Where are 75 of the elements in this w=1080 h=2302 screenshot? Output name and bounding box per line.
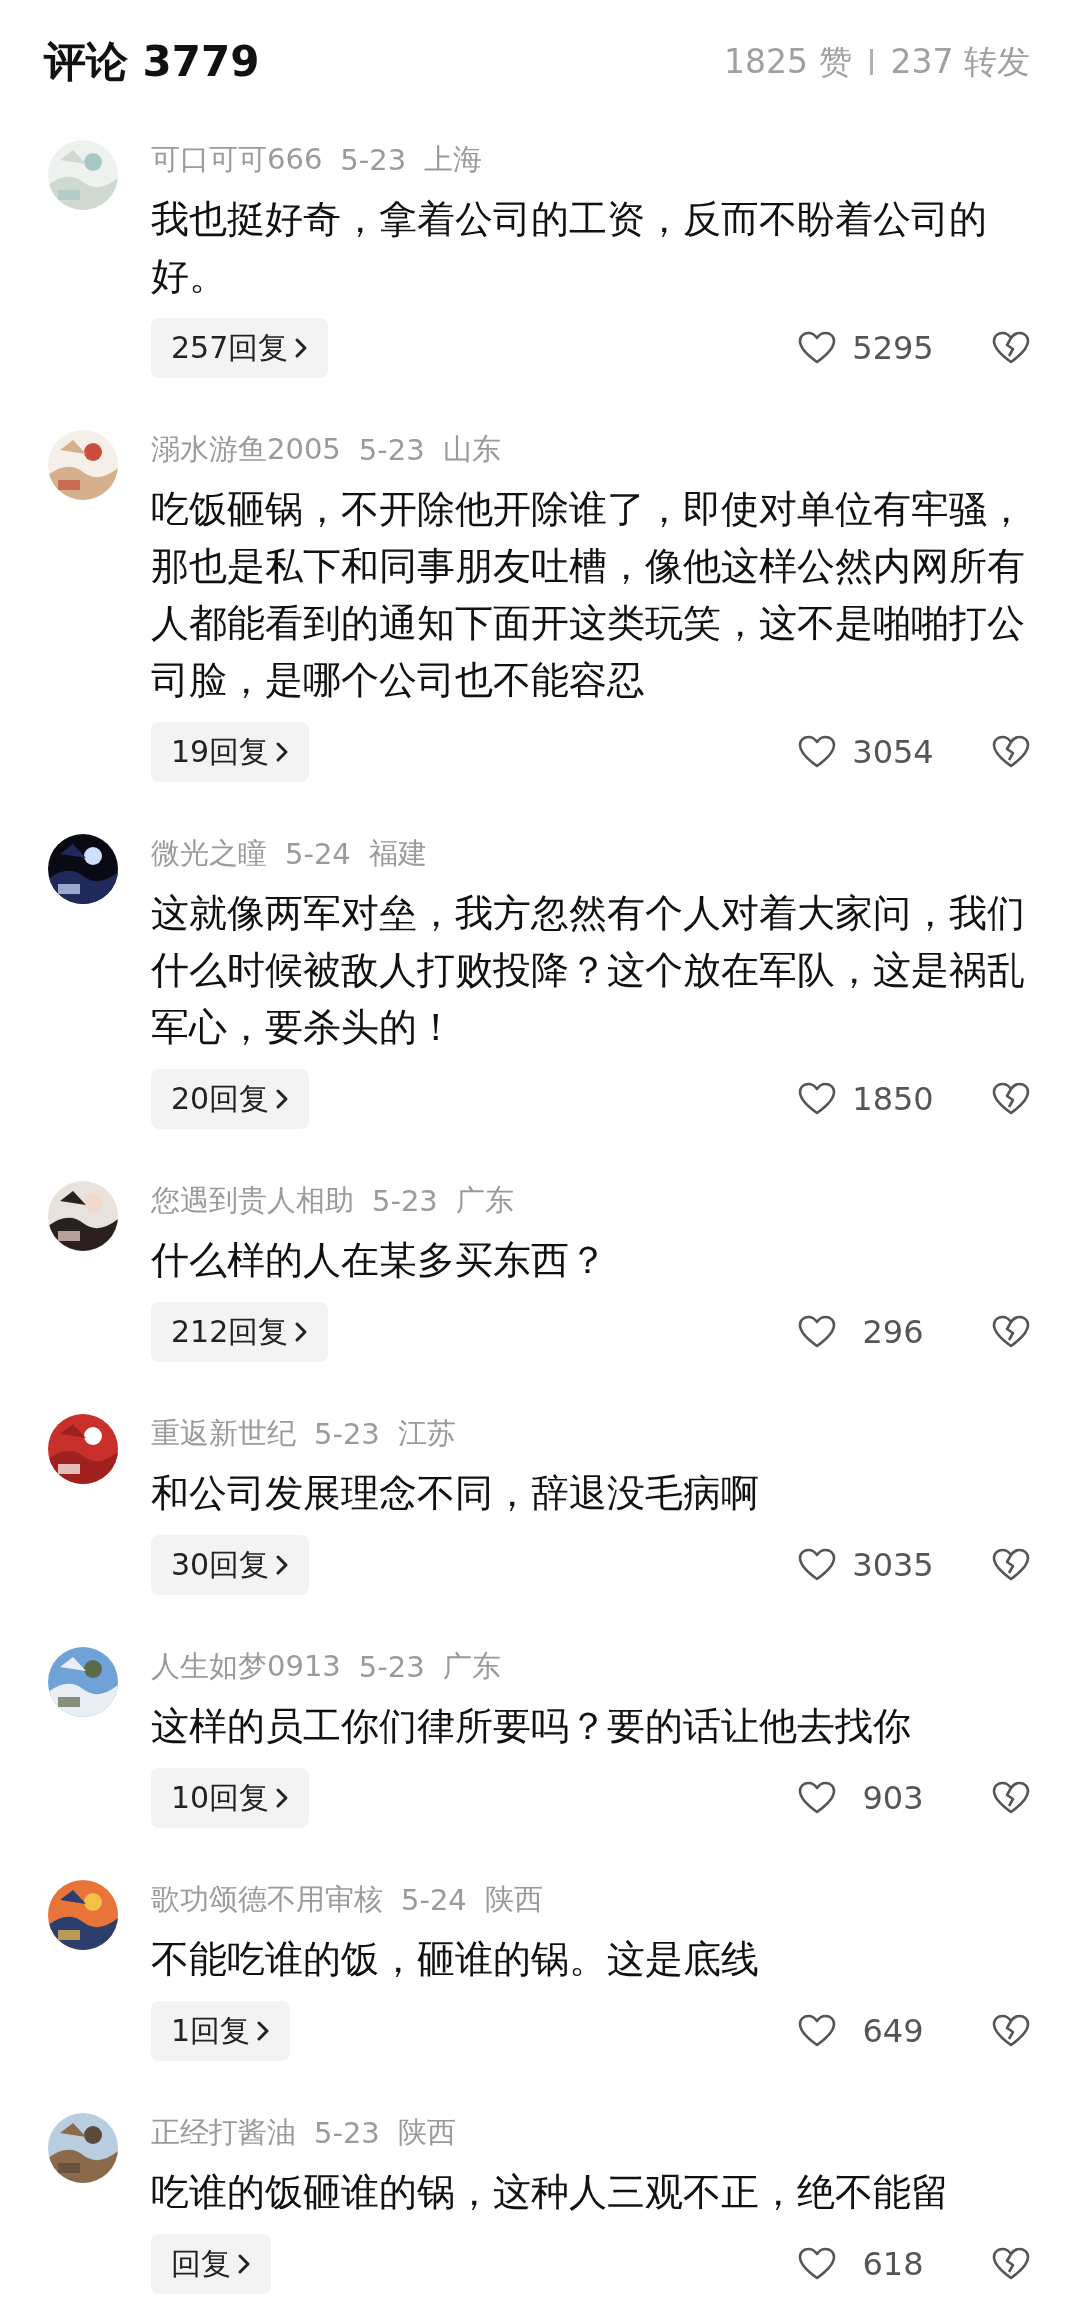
share-count: 237 转发 — [890, 40, 1030, 83]
broken-heart-icon — [992, 2247, 1030, 2281]
broken-heart-icon — [992, 1082, 1030, 1116]
comment-location: 陕西 — [484, 1881, 543, 1918]
comment-date: 5-23 — [358, 433, 425, 467]
like-count: 1825 赞 — [724, 40, 852, 83]
chevron-icon — [275, 1787, 290, 1809]
like-button[interactable]: 903 — [798, 1779, 938, 1817]
comments-title: 评论 3779 — [44, 36, 260, 88]
comment-text: 不能吃谁的饭，砸谁的锅。这是底线 — [151, 1936, 760, 1983]
like-button[interactable]: 649 — [798, 2012, 938, 2050]
replies-button[interactable]: 20回复 — [151, 1069, 310, 1129]
comment-text: 吃谁的饭砸谁的锅，这种人三观不正，绝不能留 — [151, 2169, 950, 2216]
heart-icon — [798, 1082, 836, 1116]
comment-text: 什么样的人在某多买东西？ — [151, 1237, 608, 1284]
broken-heart-icon — [992, 1781, 1030, 1815]
replies-button[interactable]: 1回复 — [151, 2001, 291, 2061]
dislike-button[interactable] — [992, 735, 1030, 769]
like-button[interactable]: 3054 — [798, 733, 938, 771]
broken-heart-icon — [992, 331, 1030, 365]
comment-location: 福建 — [368, 835, 427, 872]
broken-heart-icon — [992, 1548, 1030, 1582]
replies-button[interactable]: 回复 — [151, 2234, 271, 2294]
dislike-button[interactable] — [992, 1548, 1030, 1582]
comment-date: 5-23 — [314, 1417, 380, 1451]
comment-location: 陕西 — [397, 2114, 456, 2151]
comment-date: 5-23 — [340, 143, 407, 177]
heart-icon — [798, 2014, 836, 2048]
replies-button[interactable]: 30回复 — [151, 1535, 310, 1595]
chevron-icon — [275, 1088, 290, 1110]
comment-text: 我也挺好奇，拿着公司的工资，反而不盼着公司的好。 — [151, 196, 988, 300]
like-button[interactable]: 1850 — [798, 1080, 938, 1118]
like-button[interactable]: 5295 — [798, 329, 938, 367]
comment-text: 和公司发展理念不同，辞退没毛病啊 — [151, 1470, 760, 1517]
replies-button[interactable]: 257回复 — [151, 318, 329, 378]
comment-text: 吃饭砸锅，不开除他开除谁了，即使对单位有牢骚，那也是私下和同事朋友吐槽，像他这样公然内网所有人都能看到的通知下面开这类玩笑，这不是啪啪打公司脸，是哪个公司也不能容忍 — [151, 486, 1026, 704]
broken-heart-icon — [992, 2014, 1030, 2048]
comment-location: 广东 — [442, 1648, 501, 1685]
comment-location: 上海 — [424, 141, 483, 178]
like-button[interactable]: 296 — [798, 1313, 938, 1351]
comment-date: 5-23 — [372, 1184, 438, 1218]
heart-icon — [798, 2247, 836, 2281]
comment-date: 5-24 — [285, 837, 351, 871]
dislike-button[interactable] — [992, 2014, 1030, 2048]
replies-button[interactable]: 212回复 — [151, 1302, 329, 1362]
replies-button[interactable]: 10回复 — [151, 1768, 310, 1828]
comment-text: 这就像两军对垒，我方忽然有个人对着大家问，我们什么时候被敌人打败投降？这个放在军队，这是祸乱军心，要杀头的！ — [151, 890, 1026, 1051]
chevron-icon — [294, 337, 309, 359]
like-button[interactable]: 618 — [798, 2245, 938, 2283]
chevron-icon — [275, 741, 290, 763]
comment-date: 5-23 — [314, 2116, 380, 2150]
comment-location: 山东 — [442, 431, 501, 468]
chevron-icon — [275, 1554, 290, 1576]
broken-heart-icon — [992, 735, 1030, 769]
broken-heart-icon — [992, 1315, 1030, 1349]
comment-text: 这样的员工你们律所要吗？要的话让他去找你 — [151, 1703, 912, 1750]
heart-icon — [798, 1315, 836, 1349]
comment-location: 广东 — [455, 1182, 514, 1219]
replies-button[interactable]: 19回复 — [151, 722, 310, 782]
comment-location: 江苏 — [397, 1415, 456, 1452]
comment-date: 5-24 — [401, 1883, 467, 1917]
like-button[interactable]: 3035 — [798, 1546, 938, 1584]
comment-date: 5-23 — [358, 1650, 425, 1684]
heart-icon — [798, 1781, 836, 1815]
dislike-button[interactable] — [992, 1082, 1030, 1116]
dislike-button[interactable] — [992, 331, 1030, 365]
chevron-icon — [237, 2253, 251, 2275]
dislike-button[interactable] — [992, 1781, 1030, 1815]
heart-icon — [798, 331, 836, 365]
heart-icon — [798, 1548, 836, 1582]
chevron-icon — [256, 2020, 271, 2042]
dislike-button[interactable] — [992, 1315, 1030, 1349]
dislike-button[interactable] — [992, 2247, 1030, 2281]
chevron-icon — [294, 1321, 309, 1343]
heart-icon — [798, 735, 836, 769]
